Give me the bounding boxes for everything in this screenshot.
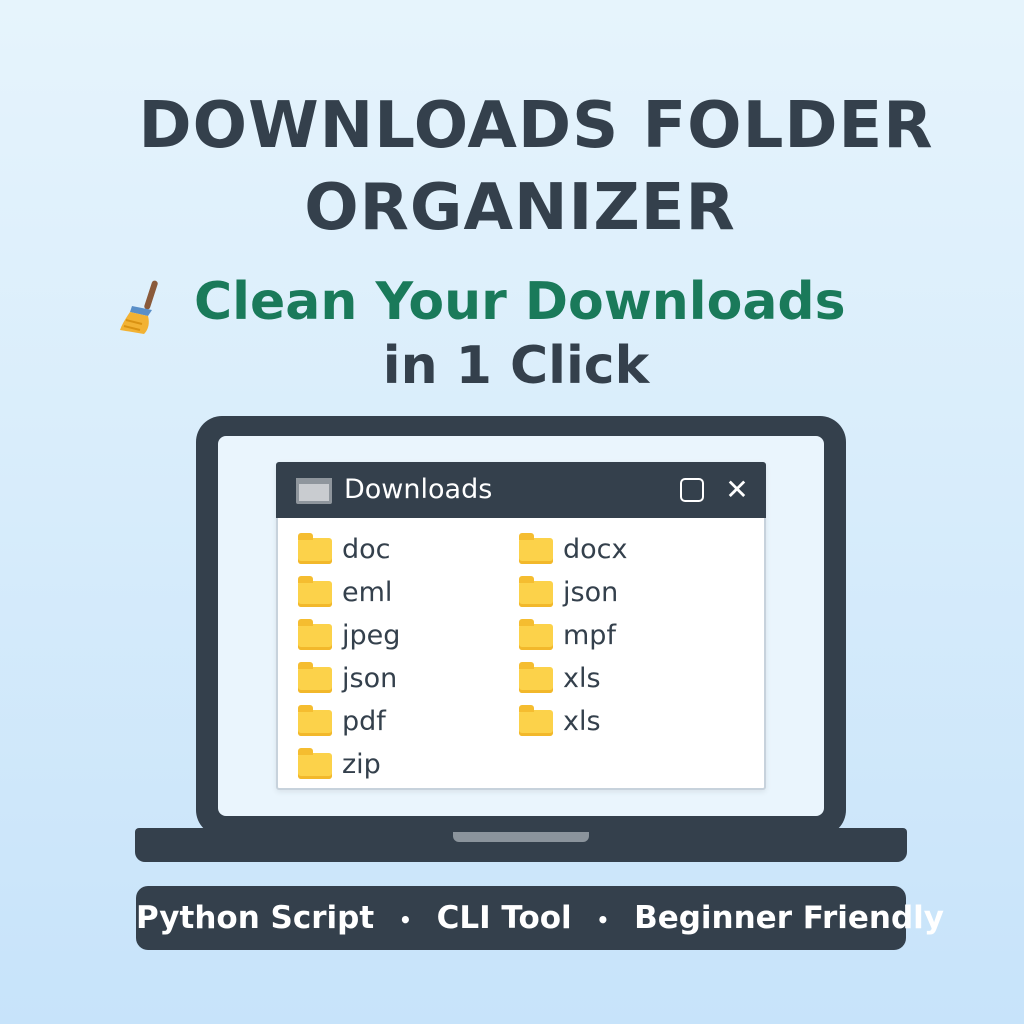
feature-cli-tool: CLI Tool [436, 900, 572, 936]
folder-item[interactable]: eml [298, 573, 498, 613]
downloads-window: Downloads ✕ doc eml jpeg json pdf zip do… [276, 462, 766, 790]
laptop-notch [453, 832, 589, 842]
folder-label: zip [342, 749, 381, 780]
folder-label: xls [563, 663, 601, 694]
folder-label: docx [563, 534, 628, 565]
folder-label: xls [563, 706, 601, 737]
folder-item[interactable]: zip [298, 745, 498, 785]
folder-icon [519, 705, 553, 736]
folder-label: eml [342, 577, 393, 608]
folder-label: json [563, 577, 619, 608]
folder-icon [298, 619, 332, 650]
page-title-line-2: ORGANIZER [304, 171, 736, 245]
folder-label: pdf [342, 706, 386, 737]
folder-label: json [342, 663, 398, 694]
folder-item[interactable]: json [519, 573, 719, 613]
separator-dot: • [398, 907, 412, 932]
feature-python-script: Python Script [136, 900, 375, 936]
folder-icon [519, 662, 553, 693]
folder-icon [298, 576, 332, 607]
folder-label: mpf [563, 620, 616, 651]
tagline: Clean Your Downloads [194, 272, 846, 332]
folder-icon [519, 533, 553, 564]
folder-item[interactable]: mpf [519, 616, 719, 656]
folder-item[interactable]: xls [519, 659, 719, 699]
close-button[interactable]: ✕ [722, 470, 752, 510]
folder-icon [519, 576, 553, 607]
folder-label: jpeg [342, 620, 401, 651]
page-title-line-1: DOWNLOADS FOLDER [138, 89, 934, 163]
folder-icon [296, 478, 332, 504]
folder-icon [298, 533, 332, 564]
folder-item[interactable]: doc [298, 530, 498, 570]
folder-icon [298, 662, 332, 693]
folder-icon [298, 705, 332, 736]
folder-item[interactable]: docx [519, 530, 719, 570]
folder-icon [298, 748, 332, 779]
maximize-button[interactable] [680, 478, 704, 502]
separator-dot: • [596, 907, 610, 932]
feature-banner: Python Script • CLI Tool • Beginner Frie… [136, 886, 944, 950]
folder-icon [519, 619, 553, 650]
feature-beginner-friendly: Beginner Friendly [634, 900, 945, 936]
folder-item[interactable]: jpeg [298, 616, 498, 656]
tagline-row: Clean Your Downloads [0, 270, 1024, 340]
subline: in 1 Click [382, 336, 650, 396]
folder-label: doc [342, 534, 391, 565]
window-title: Downloads [344, 474, 493, 505]
folder-item[interactable]: xls [519, 702, 719, 742]
folder-item[interactable]: json [298, 659, 498, 699]
window-titlebar[interactable]: Downloads ✕ [276, 462, 766, 518]
folder-item[interactable]: pdf [298, 702, 498, 742]
laptop-base [135, 828, 907, 862]
broom-icon [120, 280, 158, 334]
